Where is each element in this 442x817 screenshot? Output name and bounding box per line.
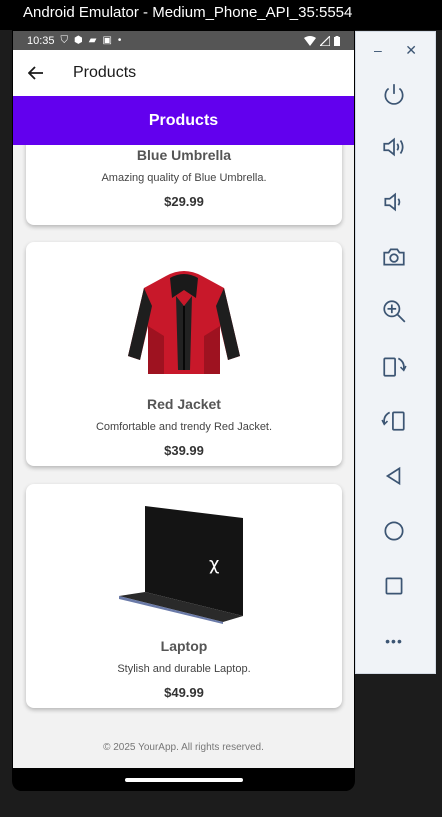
font-icon: ▣	[102, 35, 112, 46]
toolbar-window-controls: – ✕	[356, 32, 435, 59]
app-screen: Products Products Blue Umbrella Amazing …	[13, 50, 354, 768]
power-button[interactable]	[376, 77, 412, 113]
emulator-toolbar: – ✕ •••	[355, 31, 436, 674]
product-card-laptop[interactable]: χ Laptop Stylish and durable Laptop. $49…	[26, 484, 342, 708]
nav-overview-button[interactable]	[376, 568, 412, 604]
product-price: $29.99	[164, 194, 204, 209]
battery-icon	[334, 35, 340, 46]
camera-icon	[383, 248, 405, 266]
product-name: Laptop	[160, 638, 208, 654]
product-description: Stylish and durable Laptop.	[117, 663, 251, 675]
nav-home-button[interactable]	[376, 513, 412, 549]
back-button[interactable]	[13, 50, 59, 96]
screenshot-button[interactable]	[376, 239, 412, 275]
back-icon	[385, 466, 401, 486]
rotate-left-button[interactable]	[376, 348, 412, 384]
red-jacket-image	[128, 271, 240, 374]
product-name: Red Jacket	[147, 396, 221, 412]
play-protect-icon: ⬢	[74, 35, 83, 46]
volume-down-button[interactable]	[376, 184, 412, 220]
status-time: 10:35	[27, 34, 55, 47]
arrow-back-icon	[28, 66, 43, 80]
laptop-image: χ	[119, 506, 243, 624]
close-button[interactable]: ✕	[405, 42, 417, 59]
minimize-button[interactable]: –	[374, 42, 382, 59]
more-button[interactable]: •••	[376, 623, 412, 659]
product-name: Blue Umbrella	[136, 147, 232, 163]
product-image: χ	[26, 494, 342, 634]
volume-up-button[interactable]	[376, 129, 412, 165]
zoom-button[interactable]	[376, 293, 412, 329]
overview-icon	[385, 577, 403, 595]
power-icon	[384, 84, 404, 105]
status-system-icons	[304, 35, 340, 46]
product-card-blue-umbrella[interactable]: Blue Umbrella Amazing quality of Blue Um…	[26, 145, 342, 225]
product-price: $49.99	[164, 685, 204, 700]
product-description: Comfortable and trendy Red Jacket.	[95, 421, 273, 433]
phone-frame: 10:35 ⛉ ⬢ ▰ ▣ • Products Products Blue U…	[12, 30, 355, 791]
gesture-nav-bar	[13, 768, 354, 791]
footer-copyright: © 2025 YourApp. All rights reserved.	[103, 742, 264, 753]
volume-down-icon	[384, 192, 401, 212]
product-list[interactable]: Blue Umbrella Amazing quality of Blue Um…	[13, 145, 354, 768]
zoom-in-icon	[383, 300, 406, 323]
volume-up-icon	[383, 137, 404, 157]
rotate-right-icon	[381, 411, 405, 431]
product-price: $39.99	[164, 443, 204, 458]
sd-card-icon: ▰	[88, 35, 97, 46]
products-banner: Products	[13, 96, 354, 145]
emulator-title: Android Emulator - Medium_Phone_API_35:5…	[0, 0, 442, 30]
product-image	[26, 252, 342, 392]
more-icon: •••	[385, 633, 403, 649]
signal-icon	[320, 35, 330, 46]
rotate-right-button[interactable]	[376, 402, 412, 438]
app-bar-title: Products	[73, 64, 137, 81]
status-notification-icons: ⛉ ⬢ ▰ ▣ •	[61, 35, 122, 46]
wifi-icon	[304, 35, 316, 46]
product-card-red-jacket[interactable]: Red Jacket Comfortable and trendy Red Ja…	[26, 242, 342, 466]
dot-icon: •	[117, 35, 122, 46]
app-bar: Products	[13, 50, 354, 96]
shield-icon: ⛉	[60, 35, 69, 46]
home-gesture-handle[interactable]	[124, 777, 243, 782]
status-bar: 10:35 ⛉ ⬢ ▰ ▣ •	[13, 31, 354, 50]
home-icon	[384, 521, 404, 541]
nav-back-button[interactable]	[376, 458, 412, 494]
product-description: Amazing quality of Blue Umbrella.	[101, 172, 267, 184]
svg-text:χ: χ	[209, 554, 219, 575]
rotate-left-icon	[383, 357, 407, 377]
